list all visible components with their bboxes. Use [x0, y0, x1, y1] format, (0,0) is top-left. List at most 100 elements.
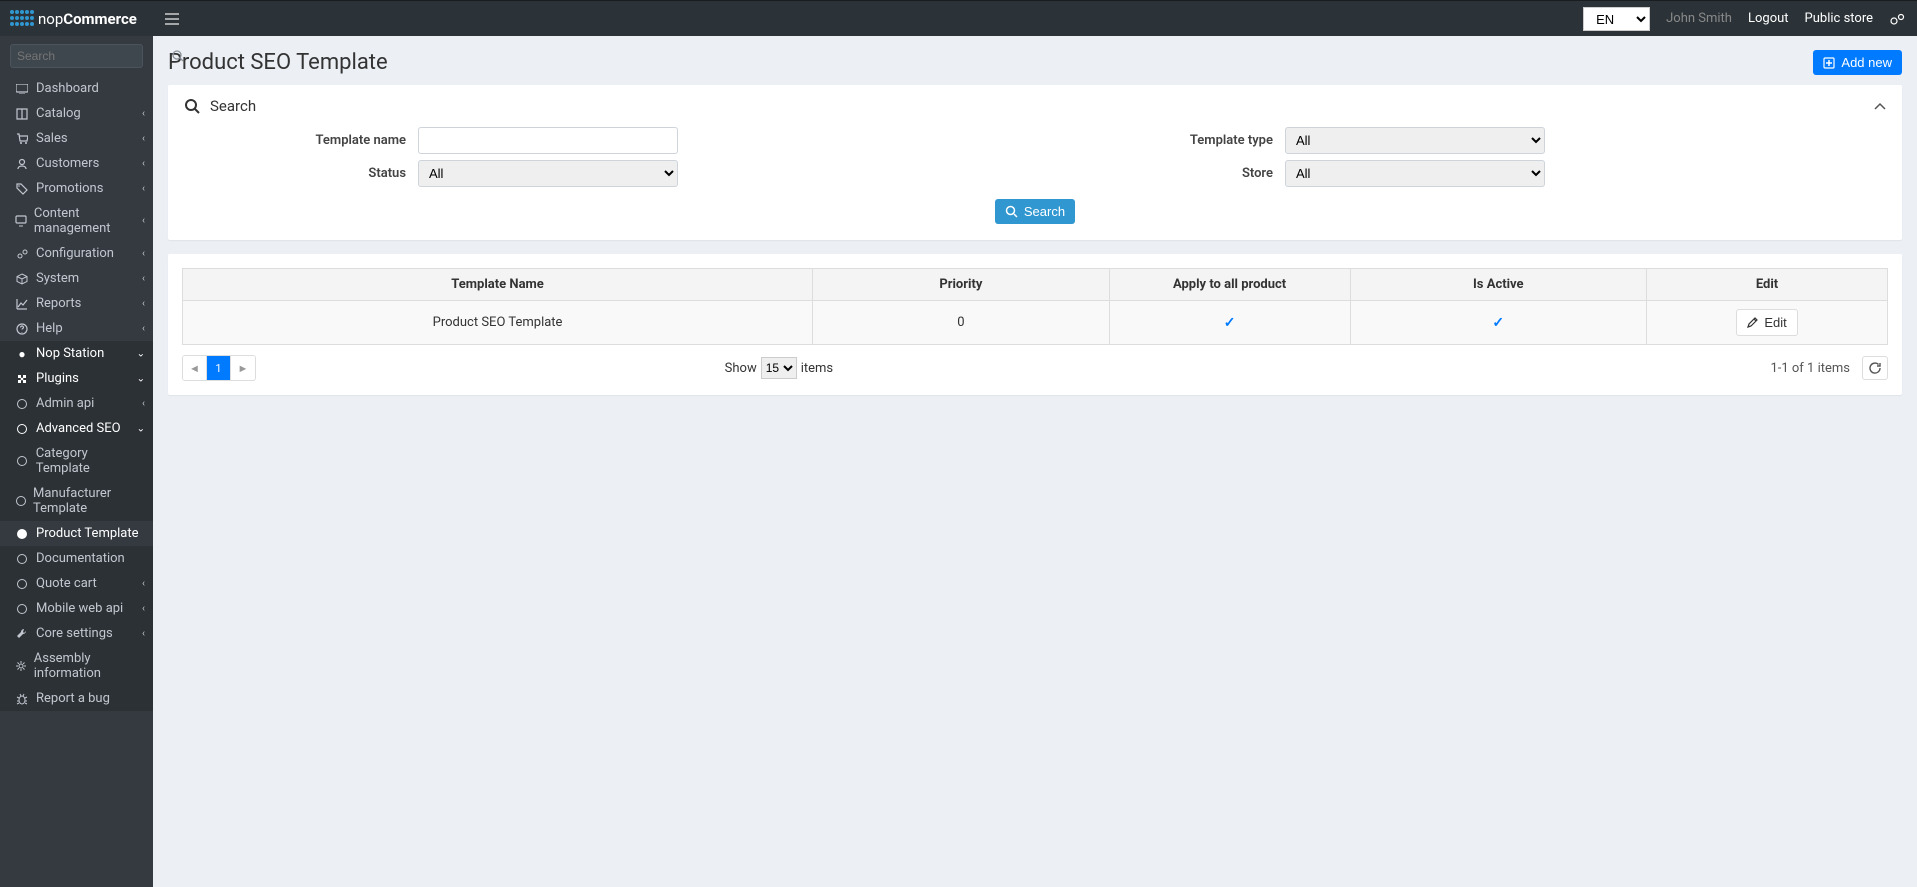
logout-link[interactable]: Logout	[1748, 11, 1789, 26]
nav-configuration[interactable]: Configuration ‹	[0, 241, 153, 266]
search-icon	[1005, 205, 1018, 218]
col-priority: Priority	[813, 269, 1110, 301]
search-card-header[interactable]: Search	[168, 85, 1902, 127]
nav-label: Advanced SEO	[36, 421, 121, 436]
main-content: Product SEO Template Add new Search	[153, 36, 1917, 887]
circle-icon	[14, 604, 30, 614]
nav-mobile-web-api[interactable]: Mobile web api ‹	[0, 596, 153, 621]
cell-is-active: ✓	[1350, 301, 1647, 345]
nav-label: Configuration	[36, 246, 114, 261]
nav-product-template[interactable]: Product Template	[0, 521, 153, 546]
nav-documentation[interactable]: Documentation	[0, 546, 153, 571]
chevron-left-icon: ‹	[142, 216, 145, 227]
nav-label: Report a bug	[36, 691, 110, 706]
col-apply-all: Apply to all product	[1109, 269, 1350, 301]
edit-button[interactable]: Edit	[1736, 309, 1797, 336]
circle-icon	[14, 554, 30, 564]
sidebar-search-input[interactable]	[17, 49, 172, 63]
collapse-button[interactable]	[1874, 102, 1886, 110]
nav-dashboard[interactable]: Dashboard	[0, 76, 153, 101]
nav-category-template[interactable]: Category Template	[0, 441, 153, 481]
dashboard-icon	[14, 84, 30, 94]
col-is-active: Is Active	[1350, 269, 1647, 301]
status-select[interactable]: All	[418, 160, 678, 187]
nav-manufacturer-template[interactable]: Manufacturer Template	[0, 481, 153, 521]
nav-label: Product Template	[36, 526, 139, 541]
nav-label: Category Template	[36, 446, 143, 476]
col-template-name: Template Name	[183, 269, 813, 301]
nav-label: Documentation	[36, 551, 125, 566]
store-select[interactable]: All	[1285, 160, 1545, 187]
page-next-button[interactable]: ►	[231, 356, 255, 380]
nav-content[interactable]: Content management ‹	[0, 201, 153, 241]
nav-catalog[interactable]: Catalog ‹	[0, 101, 153, 126]
tags-icon	[14, 183, 30, 195]
circle-icon	[14, 456, 30, 466]
header-right: EN John Smith Logout Public store	[1583, 1, 1917, 36]
gear-icon	[14, 660, 28, 672]
nav-admin-api[interactable]: Admin api ‹	[0, 391, 153, 416]
circle-icon	[14, 424, 30, 434]
page-size-select[interactable]: 15	[761, 357, 797, 379]
nav-assembly-info[interactable]: Assembly information	[0, 646, 153, 686]
logo-text: nopCommerce	[38, 10, 137, 28]
check-icon: ✓	[1224, 315, 1236, 331]
sidebar-search[interactable]	[10, 44, 143, 68]
nav-core-settings[interactable]: Core settings ‹	[0, 621, 153, 646]
table-row: Product SEO Template 0 ✓ ✓ Edit	[183, 301, 1888, 345]
search-icon	[184, 98, 200, 114]
nav-quote-cart[interactable]: Quote cart ‹	[0, 571, 153, 596]
settings-button[interactable]	[1889, 12, 1905, 26]
nav-nop-station[interactable]: ● Nop Station ⌄	[0, 341, 153, 366]
chart-icon	[14, 298, 30, 310]
store-label: Store	[1055, 166, 1285, 181]
chevron-left-icon: ‹	[142, 158, 145, 169]
refresh-button[interactable]	[1862, 356, 1888, 380]
chevron-left-icon: ‹	[142, 298, 145, 309]
sidebar-toggle-button[interactable]	[153, 13, 191, 25]
cell-priority: 0	[813, 301, 1110, 345]
plus-square-icon	[1823, 57, 1835, 69]
results-table: Template Name Priority Apply to all prod…	[182, 268, 1888, 345]
nav-label: Manufacturer Template	[33, 486, 143, 516]
chevron-down-icon: ⌄	[137, 423, 145, 434]
nav-report-bug[interactable]: Report a bug	[0, 686, 153, 711]
nav-system[interactable]: System ‹	[0, 266, 153, 291]
nav-label: Content management	[34, 206, 143, 236]
circle-icon	[14, 399, 30, 409]
nav-plugins[interactable]: Plugins ⌄	[0, 366, 153, 391]
template-name-input[interactable]	[418, 127, 678, 154]
chevron-down-icon: ⌄	[137, 373, 145, 384]
cogs-icon	[14, 248, 30, 260]
bug-icon	[14, 693, 30, 705]
nav-sales[interactable]: Sales ‹	[0, 126, 153, 151]
items-label: items	[801, 361, 833, 376]
col-edit: Edit	[1647, 269, 1888, 301]
template-type-select[interactable]: All	[1285, 127, 1545, 154]
chevron-left-icon: ‹	[142, 628, 145, 639]
nav-reports[interactable]: Reports ‹	[0, 291, 153, 316]
nav-help[interactable]: Help ‹	[0, 316, 153, 341]
nav-customers[interactable]: Customers ‹	[0, 151, 153, 176]
chevron-up-icon	[1874, 102, 1886, 110]
page-prev-button[interactable]: ◄	[183, 356, 207, 380]
nav-label: Catalog	[36, 106, 81, 121]
user-name: John Smith	[1666, 11, 1732, 26]
template-name-label: Template name	[188, 133, 418, 148]
nav-label: Help	[36, 321, 63, 336]
desktop-icon	[14, 215, 28, 227]
puzzle-icon	[14, 373, 30, 385]
nav-promotions[interactable]: Promotions ‹	[0, 176, 153, 201]
chevron-left-icon: ‹	[142, 578, 145, 589]
language-select[interactable]: EN	[1583, 7, 1650, 31]
add-new-button[interactable]: Add new	[1813, 50, 1902, 75]
logo[interactable]: nopCommerce	[0, 1, 153, 37]
nav-advanced-seo[interactable]: Advanced SEO ⌄	[0, 416, 153, 441]
public-store-link[interactable]: Public store	[1805, 11, 1873, 26]
nav-label: Reports	[36, 296, 81, 311]
page-1-button[interactable]: 1	[207, 356, 231, 380]
cube-icon	[14, 273, 30, 285]
nav-label: System	[36, 271, 79, 286]
search-button[interactable]: Search	[995, 199, 1075, 224]
show-label: Show	[725, 361, 757, 376]
